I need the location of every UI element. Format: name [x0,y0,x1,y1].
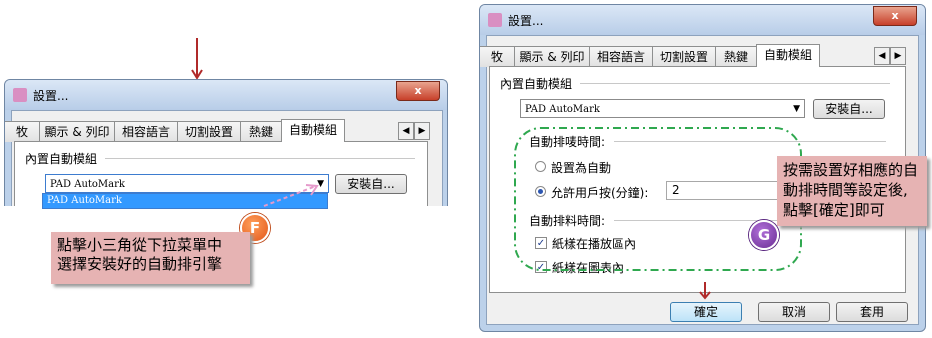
left-titlebar[interactable]: 設置... x [5,80,447,110]
group-separator [105,158,415,159]
combo-value: PAD AutoMark [525,104,600,115]
tab-cut-settings[interactable]: 切割設置 [177,121,241,142]
tab-scroll-right[interactable]: ▶ [414,122,430,140]
ok-button[interactable]: 確定 [670,302,742,322]
close-button[interactable]: x [396,81,440,101]
tab-compat-lang[interactable]: 相容語言 [589,46,653,67]
close-button[interactable]: x [873,6,917,26]
apply-button[interactable]: 套用 [836,302,908,322]
arrow-down-icon [191,38,203,80]
combo-value: PAD AutoMark [50,179,125,190]
callout-g-line3: 點擊[確定]即可 [783,201,885,219]
ok-pointer-arrow [699,282,711,300]
right-arrow-icon: ▶ [894,51,902,61]
install-from-button[interactable]: 安裝自... [813,99,885,119]
left-window-title: 設置... [33,89,69,103]
arrow-down-icon [699,282,711,300]
callout-f: 點擊小三角從下拉菜單中 選擇安裝好的自動排引擎 [51,232,250,284]
app-icon [488,13,502,27]
group-label: 內置自動模組 [500,77,573,91]
step-badge-g: G [749,220,779,250]
tab-compat-lang[interactable]: 相容語言 [114,121,178,142]
pointer-arrow-top [191,38,203,80]
callout-g-line1: 按需設置好相應的自 [783,161,919,179]
highlight-frame [513,126,803,272]
left-settings-dialog: 設置... x 牧 顯示 & 列印 相容語言 切割設置 熱鍵 自動模組 ◀ ▶ … [4,79,448,206]
tab-hotkeys[interactable]: 熱鍵 [240,121,282,142]
group-separator [580,83,890,84]
dashed-arrow [262,182,322,208]
callout-f-line2: 選擇安裝好的自動排引擎 [57,255,223,273]
tab-scroll-left[interactable]: ◀ [874,47,890,65]
right-arrow-icon: ▶ [418,126,426,136]
cancel-button[interactable]: 取消 [758,302,830,322]
tab-partial[interactable]: 牧 [480,46,515,67]
callout-g-line2: 動排時間等設定後, [783,181,908,199]
tab-hotkeys[interactable]: 熱鍵 [715,46,757,67]
left-arrow-icon: ◀ [878,51,886,61]
tab-auto-module[interactable]: 自動模組 [756,44,820,67]
callout-f-line1: 點擊小三角從下拉菜單中 [57,236,223,254]
install-from-button[interactable]: 安裝自... [335,174,407,194]
module-combo[interactable]: PAD AutoMark ▼ [520,99,805,118]
group-label: 內置自動模組 [25,152,98,166]
tab-partial[interactable]: 牧 [5,121,40,142]
tab-scroll-right[interactable]: ▶ [890,47,906,65]
right-window-title: 設置... [508,14,544,28]
left-client-area: 牧 顯示 & 列印 相容語言 切割設置 熱鍵 自動模組 ◀ ▶ 內置自動模組 P… [5,110,443,206]
chevron-down-icon[interactable]: ▼ [793,100,800,119]
right-titlebar[interactable]: 設置... x [480,5,925,35]
tab-display-print[interactable]: 顯示 & 列印 [514,46,590,67]
tab-cut-settings[interactable]: 切割設置 [652,46,716,67]
tab-scroll-left[interactable]: ◀ [398,122,414,140]
tab-display-print[interactable]: 顯示 & 列印 [39,121,115,142]
app-icon [13,88,27,102]
dashdot-frame-icon [514,127,802,271]
tab-auto-module[interactable]: 自動模組 [281,119,345,142]
left-arrow-icon: ◀ [402,126,410,136]
callout-g: 按需設置好相應的自 動排時間等設定後, 點擊[確定]即可 [777,156,927,226]
dashed-pointer-icon [263,184,319,207]
